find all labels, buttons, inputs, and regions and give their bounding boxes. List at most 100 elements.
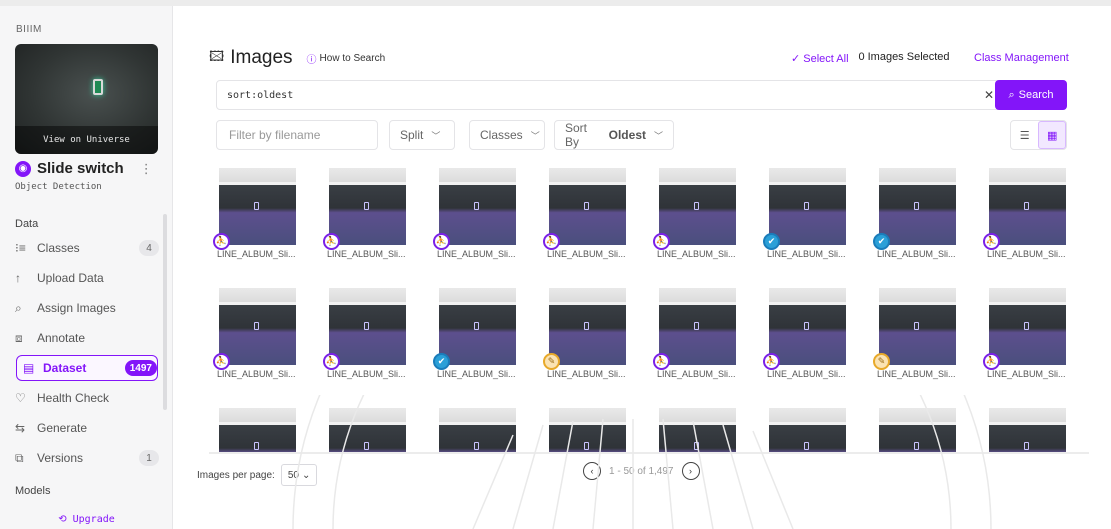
workspace-name[interactable]: BIIIM: [16, 24, 42, 35]
image-tile[interactable]: ⛹ LINE_ALBUM_Sli...: [649, 288, 759, 398]
image-thumbnail[interactable]: [659, 168, 736, 245]
image-thumbnail[interactable]: [769, 288, 846, 365]
generate-icon: ⇆: [15, 421, 26, 435]
image-tile[interactable]: ⛹ LINE_ALBUM_Sli...: [979, 288, 1089, 398]
sidebar-item-label: Health Check: [37, 391, 110, 405]
sort-by-dropdown[interactable]: Sort By Oldest ﹀: [554, 120, 674, 150]
sidebar-item-upload-data[interactable]: ↑ Upload Data: [15, 265, 159, 291]
image-thumbnail[interactable]: [439, 408, 516, 453]
images-icon: 🖾: [209, 48, 225, 64]
slide-switch-object: [804, 202, 809, 210]
image-tile[interactable]: ✔ LINE_ALBUM_Sli...: [759, 168, 869, 278]
image-thumbnail[interactable]: [879, 168, 956, 245]
next-page-button[interactable]: ›: [681, 462, 700, 480]
image-tile[interactable]: ⛹ LINE_ALBUM_Sli...: [319, 168, 429, 278]
images-per-page: Images per page: 50 ⌄: [197, 464, 318, 486]
image-tile[interactable]: [869, 408, 979, 453]
image-thumbnail[interactable]: [329, 168, 406, 245]
image-thumbnail[interactable]: [879, 408, 956, 453]
pagination: ‹ 1 - 50 of 1,497 ›: [583, 462, 700, 480]
image-thumbnail[interactable]: [439, 288, 516, 365]
grid-view-icon[interactable]: ▦: [1038, 121, 1066, 149]
image-thumbnail[interactable]: [989, 408, 1066, 453]
view-on-universe-link[interactable]: View on Universe: [15, 126, 158, 154]
filename-filter-input[interactable]: Filter by filename: [216, 120, 378, 150]
image-tile[interactable]: ✔ LINE_ALBUM_Sli...: [869, 168, 979, 278]
image-tile[interactable]: ⛹ LINE_ALBUM_Sli...: [209, 288, 319, 398]
image-tile[interactable]: ⛹ LINE_ALBUM_Sli...: [649, 168, 759, 278]
project-name[interactable]: Slide switch: [37, 160, 124, 177]
image-thumbnail[interactable]: [439, 168, 516, 245]
project-type: Object Detection: [15, 182, 102, 192]
more-options-icon[interactable]: ⋮: [140, 161, 153, 177]
image-thumbnail[interactable]: [549, 408, 626, 453]
sidebar-scrollbar[interactable]: [163, 214, 167, 410]
image-tile[interactable]: [539, 408, 649, 453]
image-tile[interactable]: ✎ LINE_ALBUM_Sli...: [869, 288, 979, 398]
image-tile[interactable]: ⛹ LINE_ALBUM_Sli...: [979, 168, 1089, 278]
image-thumbnail[interactable]: [989, 288, 1066, 365]
slide-switch-object: [364, 202, 369, 210]
class-management-link[interactable]: Class Management: [974, 52, 1069, 64]
image-thumbnail[interactable]: [219, 408, 296, 453]
classes-dropdown[interactable]: Classes ﹀: [469, 120, 545, 150]
select-all-button[interactable]: ✓ Select All: [791, 52, 849, 65]
image-tile[interactable]: ⛹ LINE_ALBUM_Sli...: [429, 168, 539, 278]
image-tile[interactable]: [979, 408, 1089, 453]
image-tile[interactable]: ✔ LINE_ALBUM_Sli...: [429, 288, 539, 398]
image-filename: LINE_ALBUM_Sli...: [767, 369, 846, 379]
sidebar-item-health-check[interactable]: ♡ Health Check: [15, 385, 159, 411]
sidebar-item-annotate[interactable]: ⧈ Annotate: [15, 325, 159, 351]
unannotated-status-icon: ⛹: [763, 353, 780, 370]
image-thumbnail[interactable]: [769, 168, 846, 245]
image-tile[interactable]: ⛹ LINE_ALBUM_Sli...: [319, 288, 429, 398]
image-thumbnail[interactable]: [879, 288, 956, 365]
image-thumbnail[interactable]: [659, 408, 736, 453]
how-to-search-link[interactable]: ⓘ How to Search: [307, 51, 386, 66]
versions-count-badge: 1: [139, 450, 159, 466]
classes-dropdown-label: Classes: [480, 128, 523, 142]
search-input[interactable]: [227, 81, 967, 109]
image-tile[interactable]: [649, 408, 759, 453]
sidebar-item-generate[interactable]: ⇆ Generate: [15, 415, 159, 441]
image-tile[interactable]: ✎ LINE_ALBUM_Sli...: [539, 288, 649, 398]
image-tile[interactable]: [209, 408, 319, 453]
image-thumbnail[interactable]: [549, 168, 626, 245]
search-button[interactable]: ⌕ Search: [995, 80, 1067, 110]
split-dropdown[interactable]: Split ﹀: [389, 120, 455, 150]
sidebar-item-assign-images[interactable]: ⌕ Assign Images: [15, 295, 159, 321]
image-thumbnail[interactable]: [549, 288, 626, 365]
image-thumbnail[interactable]: [219, 288, 296, 365]
sidebar-item-dataset[interactable]: ▤ Dataset 1497: [16, 355, 158, 381]
project-thumbnail[interactable]: View on Universe: [15, 44, 158, 154]
image-thumbnail[interactable]: [659, 288, 736, 365]
image-thumbnail[interactable]: [329, 408, 406, 453]
sidebar-item-classes[interactable]: ⁝≡ Classes 4: [15, 235, 159, 261]
grid-divider: [209, 452, 1089, 454]
chevron-down-icon: ﹀: [431, 130, 441, 141]
image-filename: LINE_ALBUM_Sli...: [217, 369, 296, 379]
prev-page-button[interactable]: ‹: [583, 462, 601, 480]
slide-switch-object: [804, 442, 809, 450]
sidebar-item-versions[interactable]: ⧉ Versions 1: [15, 445, 159, 471]
image-tile[interactable]: [759, 408, 869, 453]
unannotated-status-icon: ⛹: [433, 233, 450, 250]
image-tile[interactable]: ⛹ LINE_ALBUM_Sli...: [759, 288, 869, 398]
image-thumbnail[interactable]: [329, 288, 406, 365]
clear-icon[interactable]: ✕: [984, 88, 994, 102]
table-edge: [879, 182, 956, 185]
list-view-icon[interactable]: ☰: [1011, 121, 1038, 149]
image-tile[interactable]: [429, 408, 539, 453]
slide-switch-object: [474, 322, 479, 330]
image-tile[interactable]: ⛹ LINE_ALBUM_Sli...: [209, 168, 319, 278]
image-thumbnail[interactable]: [769, 408, 846, 453]
image-tile[interactable]: ⛹ LINE_ALBUM_Sli...: [539, 168, 649, 278]
table-edge: [769, 302, 846, 305]
main-panel: 🖾 Images ⓘ How to Search ✓ Select All 0 …: [173, 6, 1111, 529]
per-page-select[interactable]: 50 ⌄: [280, 464, 318, 486]
slide-switch-object: [694, 202, 699, 210]
image-thumbnail[interactable]: [219, 168, 296, 245]
image-thumbnail[interactable]: [989, 168, 1066, 245]
image-tile[interactable]: [319, 408, 429, 453]
upgrade-button[interactable]: ⟲ Upgrade: [0, 514, 172, 525]
